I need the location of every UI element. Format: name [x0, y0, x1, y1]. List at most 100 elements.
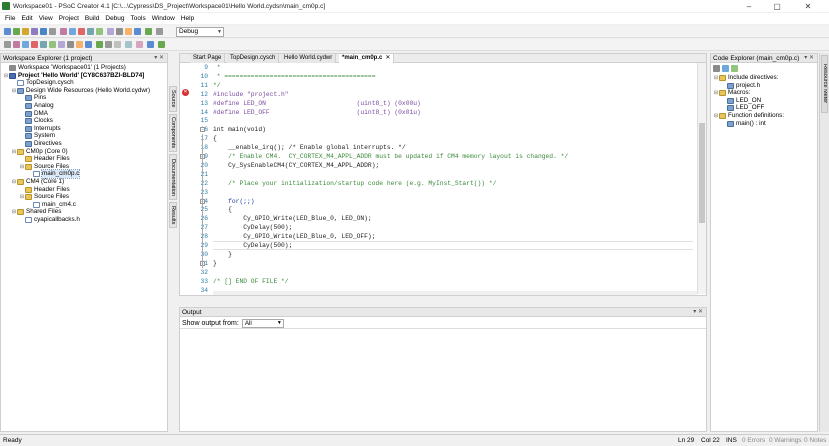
minimize-button[interactable]: – [736, 0, 762, 12]
toolbar-button-icon[interactable] [31, 28, 38, 35]
code-line: } [213, 259, 217, 267]
toolbar-button-icon[interactable] [60, 28, 67, 35]
menu-item-help[interactable]: Help [178, 15, 197, 22]
fold-toggle-icon[interactable]: − [200, 127, 205, 133]
toolbar-button-icon[interactable] [125, 28, 132, 35]
toolbar-button-icon[interactable] [114, 41, 121, 48]
toolbar-button-icon[interactable] [78, 28, 85, 35]
output-source-select[interactable]: All ▼ [241, 318, 284, 328]
menu-item-edit[interactable]: Edit [18, 15, 35, 22]
explorer-tool-icon[interactable] [731, 65, 738, 72]
toolbar-button-icon[interactable] [67, 41, 74, 48]
code-line: #define LED_ON (uint8_t) (0x00u) [213, 99, 421, 107]
toolbar-button-icon[interactable] [13, 28, 20, 35]
h-file-icon [25, 217, 32, 223]
editor-tab[interactable]: Start Page [190, 54, 226, 63]
scrollbar-thumb[interactable] [699, 123, 705, 223]
toolbar-button-icon[interactable] [22, 28, 29, 35]
code-line: /* Place your initialization/startup cod… [213, 179, 497, 187]
code-editor-panel: Start Page TopDesign.cysch Hello World.cyd… [179, 53, 707, 296]
toolbar-button-icon[interactable] [4, 28, 11, 35]
code-explorer-title: Code Explorer (main_cm0p.c) [713, 55, 800, 62]
close-tab-icon[interactable]: ✕ [385, 55, 390, 61]
toolbar-button-icon[interactable] [22, 41, 29, 48]
toolbar-button-icon[interactable] [156, 28, 163, 35]
code-line: #include "project.h" [213, 90, 289, 98]
panel-pin-icon[interactable]: ▾ ✕ [693, 308, 703, 316]
resource-meter-tab[interactable]: Resource Meter [821, 55, 828, 113]
toolbar-button-icon[interactable] [96, 28, 103, 35]
toolbar-button-icon[interactable] [58, 41, 65, 48]
toolbar-button-icon[interactable] [76, 41, 83, 48]
toolbar-button-icon[interactable] [136, 41, 143, 48]
editor-tab[interactable]: TopDesign.cysch [227, 54, 280, 63]
title-bar: Workspace01 - PSoC Creator 4.1 [C:\...\C… [0, 0, 829, 12]
explorer-tool-icon[interactable] [713, 65, 720, 72]
toolbar-button-icon[interactable] [31, 41, 38, 48]
editor-tab[interactable]: *main_cm0p.c ✕ [339, 54, 395, 63]
app-icon [2, 2, 10, 10]
menu-item-debug[interactable]: Debug [102, 15, 127, 22]
toolbar-button-icon[interactable] [13, 41, 20, 48]
window-title: Workspace01 - PSoC Creator 4.1 [C:\...\C… [13, 2, 326, 10]
toolbar-button-icon[interactable] [158, 41, 165, 48]
explorer-tool-icon[interactable] [722, 65, 729, 72]
menu-item-tools[interactable]: Tools [128, 15, 149, 22]
toolbar-button-icon[interactable] [4, 41, 11, 48]
toolbar-button-icon[interactable] [87, 28, 94, 35]
output-header: Output ▾ ✕ [180, 308, 706, 317]
code-line: Cy_SysEnableCM4(CY_CORTEX_M4_APPL_ADDR); [213, 161, 380, 169]
side-tab-results[interactable]: Results [169, 202, 177, 228]
panel-pin-icon[interactable]: ▾ ✕ [804, 54, 814, 62]
build-config-select[interactable]: Debug ▼ [176, 27, 224, 37]
maximize-button[interactable]: ▢ [764, 0, 790, 12]
code-area[interactable]: * * ====================================… [213, 63, 693, 294]
status-warnings: 0 Warnings [769, 437, 802, 444]
code-explorer-item[interactable]: main() : int [721, 120, 766, 128]
toolbar-button-icon[interactable] [40, 41, 47, 48]
tree-item[interactable]: cyapicallbacks.h [19, 216, 80, 224]
menu-item-file[interactable]: File [2, 15, 18, 22]
editor-tab[interactable]: Hello World.cydwr [281, 54, 337, 63]
menu-bar: File Edit View Project Build Debug Tools Window… [0, 13, 829, 24]
side-tab-documentation[interactable]: Documentation [169, 154, 177, 200]
category-icon [719, 90, 726, 97]
code-line: * ======================================… [213, 72, 376, 80]
menu-item-window[interactable]: Window [149, 15, 178, 22]
toolbar-button-icon[interactable] [107, 28, 114, 35]
toolbar-button-icon[interactable] [49, 41, 56, 48]
code-line: for(;;) [213, 197, 255, 205]
status-bar: Ready Ln 29 Col 22 INS 0 Errors 0 Warnin… [0, 434, 829, 446]
close-button[interactable]: ✕ [795, 0, 821, 12]
code-explorer-panel: Code Explorer (main_cm0p.c) ▾ ✕ ⊟ Include… [710, 53, 818, 432]
menu-item-view[interactable]: View [36, 15, 56, 22]
folder-icon [25, 186, 32, 193]
code-line: { [213, 206, 232, 214]
status-col: Col 22 [701, 437, 720, 444]
toolbar-button-icon[interactable] [134, 28, 141, 35]
toolbar-standard [0, 26, 829, 38]
error-marker-icon[interactable]: ✕ [182, 89, 189, 96]
editor-horizontal-scrollbar[interactable] [213, 291, 697, 295]
toolbar-button-icon[interactable] [69, 28, 76, 35]
toolbar-button-icon[interactable] [40, 28, 47, 35]
clocks-icon [25, 118, 32, 125]
editor-vertical-scrollbar[interactable] [697, 63, 706, 294]
menu-item-build[interactable]: Build [82, 15, 102, 22]
editor-tab-label: TopDesign.cysch [230, 55, 276, 61]
panel-pin-close-icon[interactable]: ▾ ✕ [154, 54, 164, 62]
toolbar-button-icon[interactable] [85, 41, 92, 48]
psoc-creator-window: Workspace01 - PSoC Creator 4.1 [C:\...\C… [0, 0, 829, 446]
editor-tab-strip: Start Page TopDesign.cysch Hello World.cyd… [180, 54, 706, 63]
toolbar-button-icon[interactable] [125, 41, 132, 48]
toolbar-button-icon[interactable] [116, 28, 123, 35]
toolbar-button-icon[interactable] [49, 28, 56, 35]
toolbar-button-icon[interactable] [105, 41, 112, 48]
toolbar-button-icon[interactable] [147, 41, 154, 48]
side-tab-components[interactable]: Components [169, 114, 177, 152]
side-tab-source[interactable]: Source [169, 86, 177, 112]
toolbar-button-icon[interactable] [145, 28, 152, 35]
menu-item-project[interactable]: Project [56, 15, 82, 22]
toolbar-button-icon[interactable] [96, 41, 103, 48]
code-explorer-label: main() : int [736, 119, 766, 127]
